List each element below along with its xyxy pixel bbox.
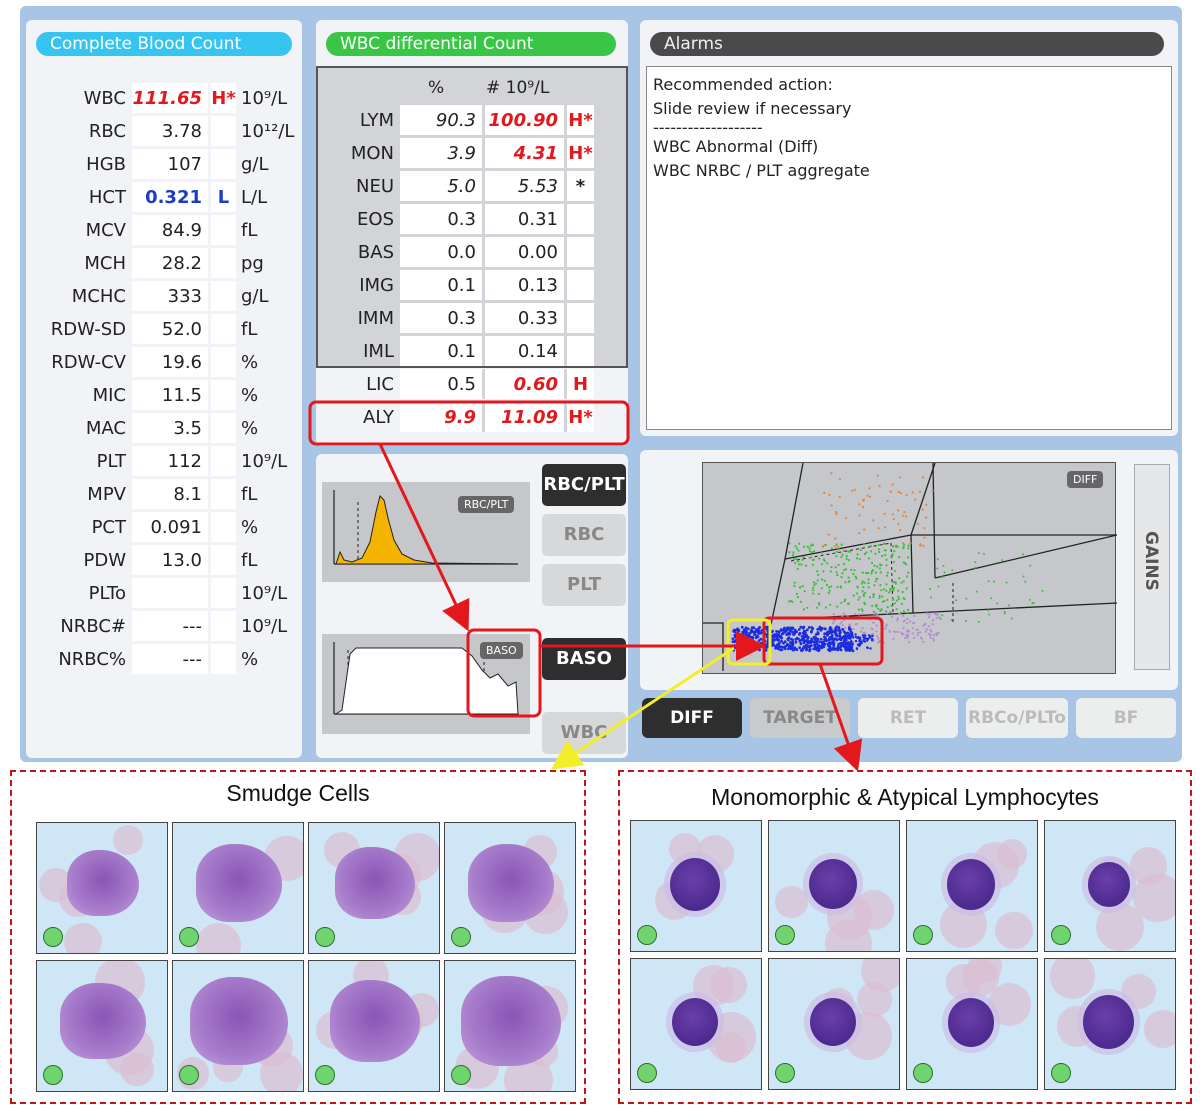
arrow-aly-to-baso — [378, 443, 470, 632]
annotation-overlay — [308, 400, 884, 772]
lymph-region-highlight — [762, 616, 884, 666]
arrow-to-smudge — [550, 646, 735, 770]
aly-highlight — [308, 400, 630, 446]
arrow-to-lymphocytes — [818, 663, 863, 772]
baso-region-highlight — [466, 628, 542, 718]
